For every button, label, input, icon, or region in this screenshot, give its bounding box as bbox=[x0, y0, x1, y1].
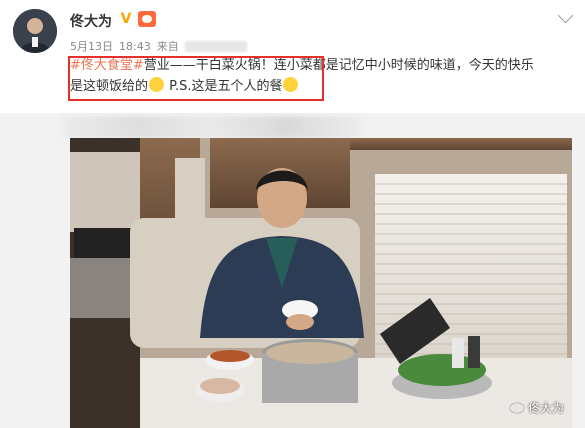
highlight-box bbox=[68, 56, 324, 101]
avatar[interactable] bbox=[13, 9, 57, 53]
blurred-source bbox=[184, 40, 247, 52]
vip-badge-icon[interactable] bbox=[138, 11, 156, 27]
user-badges: V bbox=[118, 11, 156, 27]
post-time[interactable]: 18:43 bbox=[119, 40, 151, 53]
watermark-text: 佟大为 bbox=[527, 401, 564, 415]
post-meta: 5月13日 18:43 来自 bbox=[70, 38, 247, 54]
chevron-down-icon[interactable] bbox=[557, 7, 574, 24]
weibo-logo-icon bbox=[509, 402, 524, 413]
source-prefix: 来自 bbox=[156, 40, 179, 53]
verified-v-icon: V bbox=[120, 11, 132, 27]
blurred-strip bbox=[62, 116, 360, 138]
post-date[interactable]: 5月13日 bbox=[70, 38, 113, 54]
post-photo[interactable]: 佟大为 bbox=[70, 138, 572, 428]
weibo-post: 佟大为 V 5月13日 18:43 来自 #佟大食堂#营业——干白菜火锅！连小菜… bbox=[0, 0, 585, 428]
username[interactable]: 佟大为 bbox=[70, 11, 112, 31]
watermark: 佟大为 bbox=[509, 399, 564, 416]
